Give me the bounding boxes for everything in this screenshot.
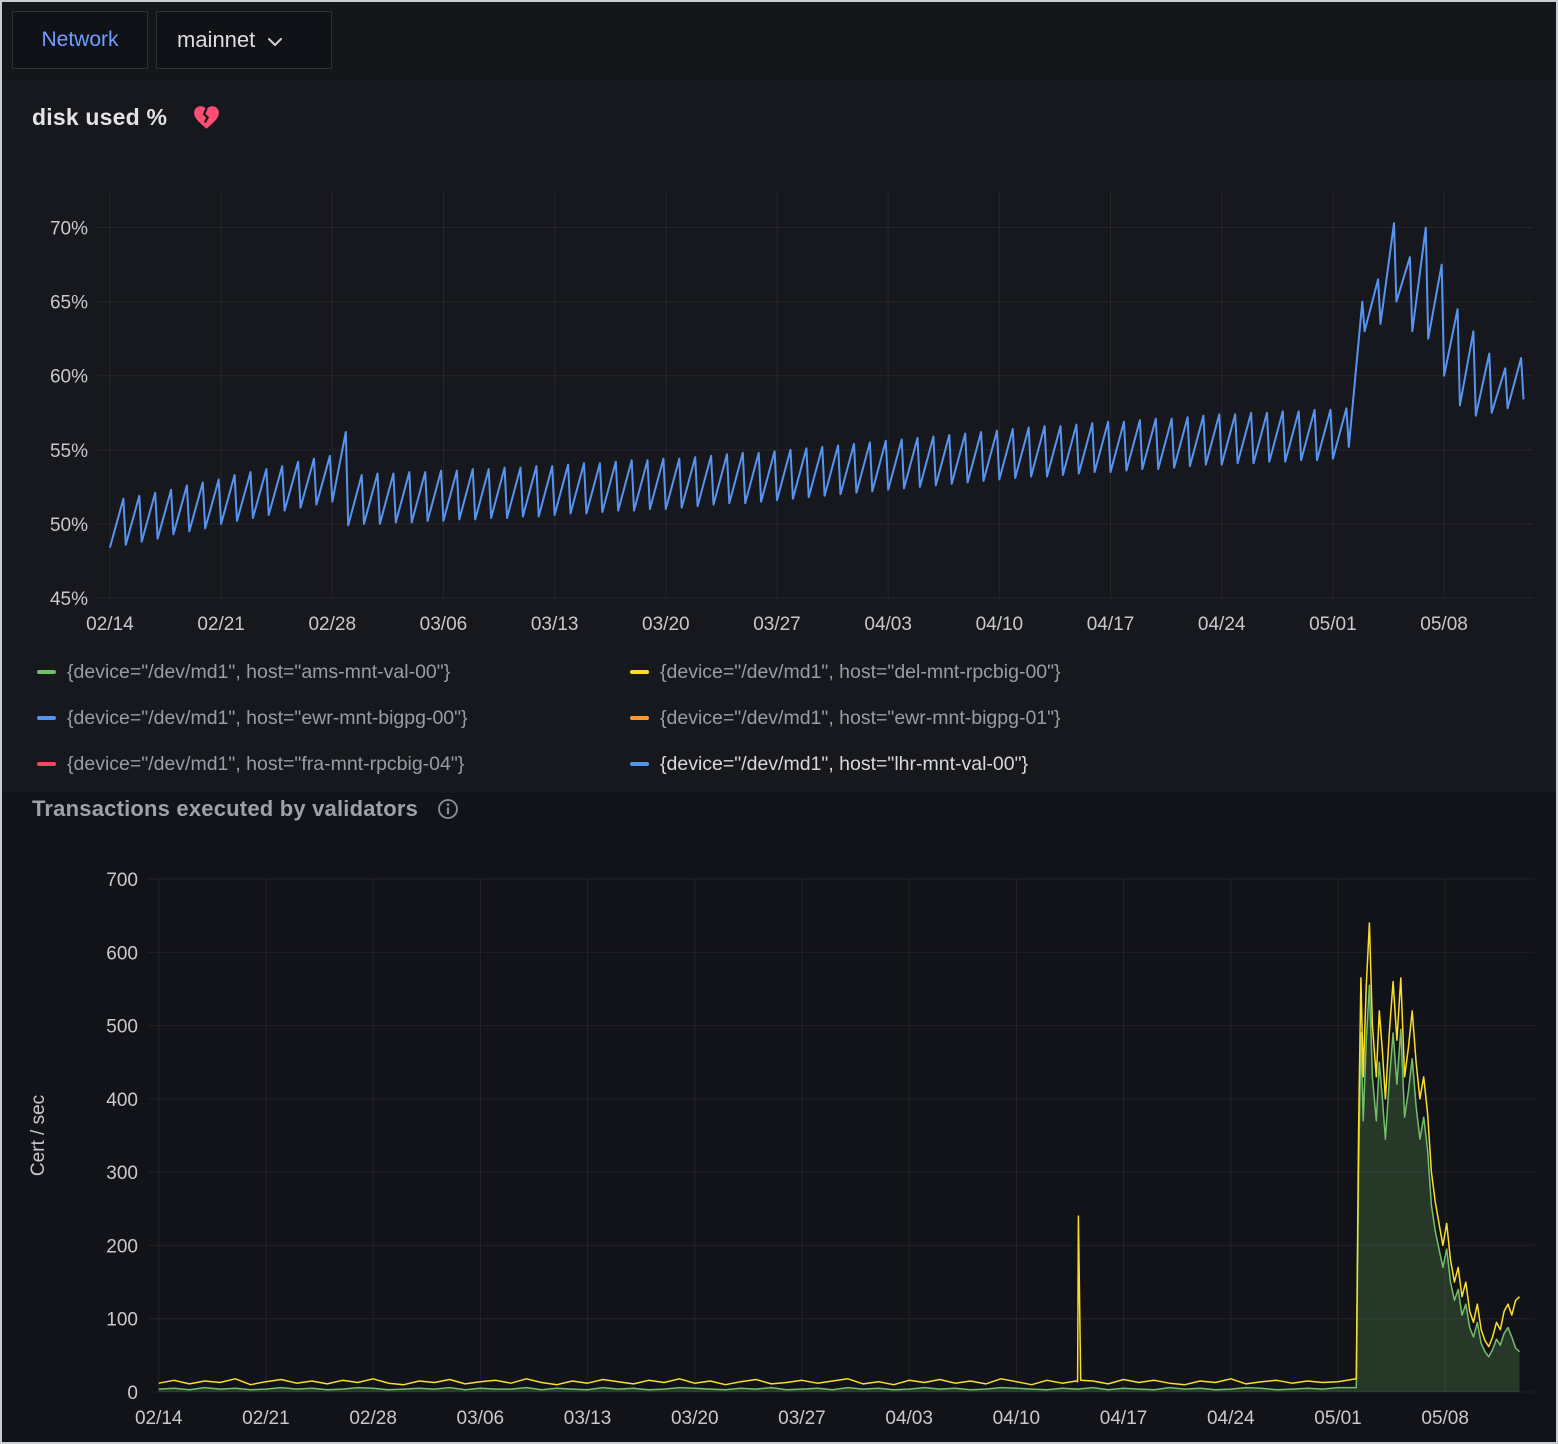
x-tick-label: 04/03 <box>864 614 912 635</box>
x-tick-label: 05/01 <box>1314 1408 1362 1429</box>
network-value-text: mainnet <box>177 27 255 53</box>
x-tick-label: 02/28 <box>308 614 356 635</box>
x-tick-label: 03/13 <box>531 614 579 635</box>
legend-label: {device="/dev/md1", host="ams-mnt-val-00… <box>67 661 450 684</box>
x-tick-label: 03/06 <box>457 1408 505 1429</box>
panel-title[interactable]: disk used % <box>32 104 167 131</box>
panel-transactions: Transactions executed by validators 700 6… <box>2 794 1556 1444</box>
y-tick-label: 400 <box>106 1090 138 1111</box>
x-tick-label: 02/14 <box>86 614 134 635</box>
x-tick-label: 04/17 <box>1100 1408 1148 1429</box>
variable-bar: Network mainnet <box>2 2 1556 80</box>
series-color-dash <box>37 762 56 766</box>
y-tick-label: 45% <box>50 589 88 610</box>
x-tick-label: 04/10 <box>993 1408 1041 1429</box>
x-tick-label: 02/14 <box>135 1408 183 1429</box>
x-tick-label: 03/27 <box>753 614 801 635</box>
legend-label: {device="/dev/md1", host="fra-mnt-rpcbig… <box>67 753 464 776</box>
x-tick-label: 03/27 <box>778 1408 826 1429</box>
series-line-{device="/dev/md1", host="lhr-mnt-val-00"} <box>110 223 1524 547</box>
x-tick-label: 05/01 <box>1309 614 1357 635</box>
series-fill-green-series <box>159 985 1520 1392</box>
series-line-yellow-series <box>159 923 1520 1385</box>
y-tick-label: 50% <box>50 515 88 536</box>
panel-disk-used: disk used % 70% 65% 60% 55% 50% 45% 02/14 02/21… <box>2 80 1556 793</box>
y-tick-label: 200 <box>106 1236 138 1257</box>
x-tick-label: 03/06 <box>420 614 468 635</box>
chevron-down-icon <box>267 37 283 47</box>
broken-heart-icon <box>193 105 220 130</box>
transactions-chart[interactable]: 700 600 500 400 300 200 100 0 02/14 02/21 02/28 03/… <box>2 852 1558 1444</box>
panel-title-row: disk used % <box>32 104 220 131</box>
disk-used-chart[interactable]: 70% 65% 60% 55% 50% 45% 02/14 02/21 02/28 03/06 03… <box>2 180 1558 650</box>
y-axis-label: Cert / sec <box>28 1095 49 1176</box>
y-tick-label: 65% <box>50 293 88 314</box>
y-tick-label: 600 <box>106 943 138 964</box>
x-tick-label: 04/24 <box>1198 614 1246 635</box>
legend-item[interactable]: {device="/dev/md1", host="fra-mnt-rpcbig… <box>37 748 630 780</box>
series-line-green-series <box>159 985 1520 1390</box>
y-tick-label: 70% <box>50 219 88 240</box>
x-tick-label: 03/20 <box>642 614 690 635</box>
grafana-dashboard: Network mainnet disk used % 70% 65% 60% 55%… <box>0 0 1558 1444</box>
y-tick-label: 300 <box>106 1163 138 1184</box>
x-tick-label: 02/21 <box>197 614 245 635</box>
series-color-dash <box>37 716 56 720</box>
x-tick-label: 02/21 <box>242 1408 290 1429</box>
legend-item[interactable]: {device="/dev/md1", host="ewr-mnt-bigpg-… <box>630 702 1556 734</box>
legend-item[interactable]: {device="/dev/md1", host="del-mnt-rpcbig… <box>630 656 1556 688</box>
y-tick-label: 700 <box>106 870 138 891</box>
x-tick-label: 04/03 <box>885 1408 933 1429</box>
x-tick-label: 04/24 <box>1207 1408 1255 1429</box>
y-tick-label: 500 <box>106 1017 138 1038</box>
x-tick-label: 04/10 <box>976 614 1024 635</box>
y-tick-label: 0 <box>127 1383 138 1404</box>
network-variable-label-box: Network <box>12 11 148 69</box>
legend-item[interactable]: {device="/dev/md1", host="lhr-mnt-val-00… <box>630 748 1556 780</box>
legend-label: {device="/dev/md1", host="lhr-mnt-val-00… <box>660 753 1028 776</box>
series-color-dash <box>37 670 56 674</box>
legend-label: {device="/dev/md1", host="ewr-mnt-bigpg-… <box>660 707 1061 730</box>
legend-label: {device="/dev/md1", host="del-mnt-rpcbig… <box>660 661 1061 684</box>
x-tick-label: 04/17 <box>1087 614 1135 635</box>
network-value-dropdown[interactable]: mainnet <box>156 11 332 69</box>
x-tick-label: 03/20 <box>671 1408 719 1429</box>
legend-item[interactable]: {device="/dev/md1", host="ewr-mnt-bigpg-… <box>37 702 630 734</box>
network-variable-label: Network <box>41 28 118 52</box>
x-tick-label: 03/13 <box>564 1408 612 1429</box>
y-tick-label: 60% <box>50 367 88 388</box>
series-color-dash <box>630 716 649 720</box>
legend-label: {device="/dev/md1", host="ewr-mnt-bigpg-… <box>67 707 468 730</box>
x-tick-label: 05/08 <box>1421 1408 1469 1429</box>
info-icon[interactable] <box>436 797 460 821</box>
series-color-dash <box>630 762 649 766</box>
series-color-dash <box>630 670 649 674</box>
panel-title-row: Transactions executed by validators <box>32 796 460 822</box>
y-tick-label: 55% <box>50 441 88 462</box>
y-tick-label: 100 <box>106 1310 138 1331</box>
legend: {device="/dev/md1", host="ams-mnt-val-00… <box>2 656 1556 780</box>
x-tick-label: 05/08 <box>1420 614 1468 635</box>
x-tick-label: 02/28 <box>349 1408 397 1429</box>
legend-item[interactable]: {device="/dev/md1", host="ams-mnt-val-00… <box>37 656 630 688</box>
panel-title[interactable]: Transactions executed by validators <box>32 796 418 822</box>
